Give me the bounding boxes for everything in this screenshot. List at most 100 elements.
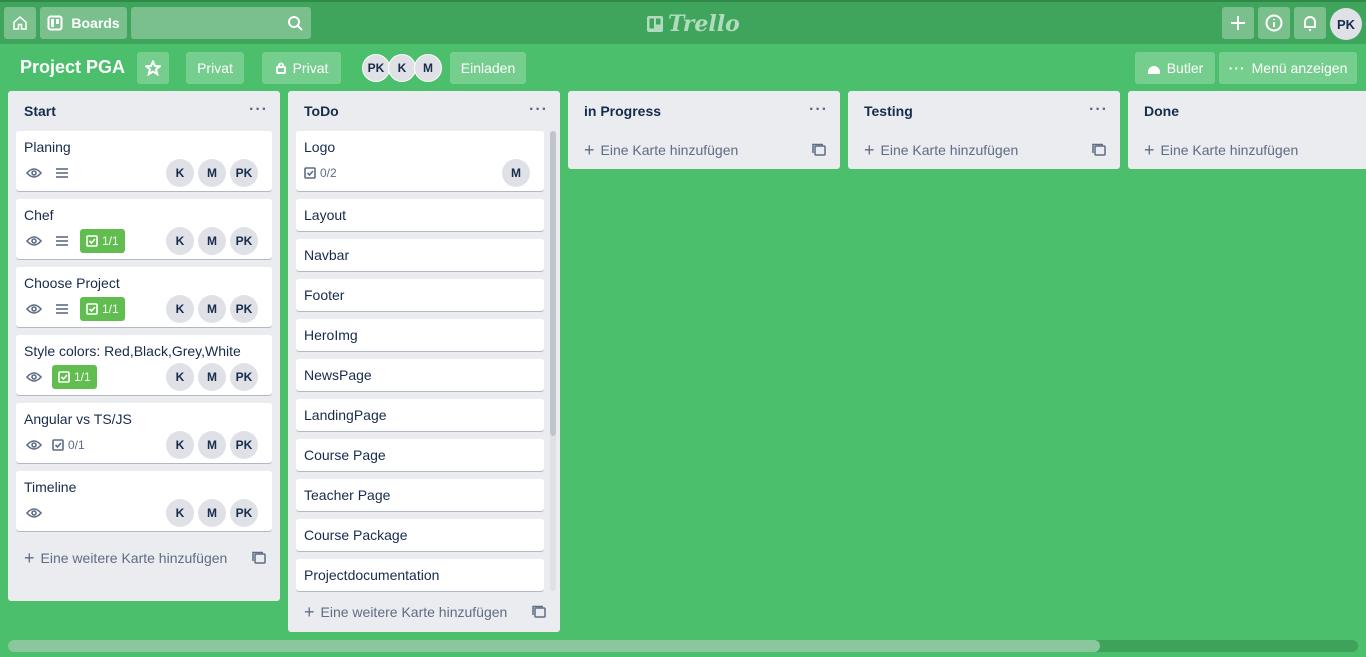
list-title[interactable]: Done: [1144, 103, 1179, 119]
plus-icon: +: [864, 140, 875, 160]
card[interactable]: Style colors: Red,Black,Grey,White 1/1 K…: [16, 335, 272, 395]
search-icon: [287, 15, 303, 36]
team-visibility-button[interactable]: Privat: [186, 52, 244, 84]
list-scrollbar-thumb[interactable]: [550, 131, 556, 436]
logo-text: Trello: [668, 11, 740, 37]
more-icon: ···: [1228, 60, 1246, 76]
list-title[interactable]: in Progress: [584, 103, 661, 119]
checklist-count: 1/1: [102, 302, 119, 316]
plus-icon: +: [1144, 140, 1155, 160]
card[interactable]: Layout: [296, 199, 544, 231]
butler-label: Butler: [1166, 60, 1204, 76]
board-scrollbar-thumb[interactable]: [8, 640, 1100, 652]
card[interactable]: Footer: [296, 279, 544, 311]
board-member-avatar[interactable]: K: [388, 54, 416, 82]
card-member-avatar[interactable]: PK: [230, 431, 258, 459]
search-input[interactable]: [131, 7, 311, 39]
board-horizontal-scrollbar[interactable]: [8, 640, 1358, 652]
list-menu-icon[interactable]: ···: [809, 101, 828, 119]
eye-icon: [24, 299, 44, 319]
card-template-icon[interactable]: [1092, 143, 1106, 160]
card[interactable]: Choose Project 1/1 K M PK: [16, 267, 272, 327]
card[interactable]: Navbar: [296, 239, 544, 271]
checkbox-icon: [52, 439, 64, 451]
board-title[interactable]: Project PGA: [20, 57, 125, 78]
list-menu-icon[interactable]: ···: [1089, 101, 1108, 119]
card-member-avatar[interactable]: K: [166, 499, 194, 527]
card[interactable]: Course Page: [296, 439, 544, 471]
trello-logo[interactable]: Trello: [646, 11, 740, 37]
star-button[interactable]: [137, 52, 169, 84]
list-header[interactable]: Testing ···: [848, 91, 1120, 131]
card-member-avatar[interactable]: PK: [230, 295, 258, 323]
card-member-avatar[interactable]: K: [166, 295, 194, 323]
card-member-avatar[interactable]: M: [198, 499, 226, 527]
add-card-label: Eine Karte hinzufügen: [1160, 142, 1299, 158]
card-template-icon[interactable]: [252, 551, 266, 568]
list-menu-icon[interactable]: ···: [529, 101, 548, 119]
card-member-avatar[interactable]: M: [198, 363, 226, 391]
add-card-button[interactable]: + Eine weitere Karte hinzufügen: [8, 539, 280, 577]
card-member-avatar[interactable]: PK: [230, 159, 258, 187]
card-member-avatar[interactable]: PK: [230, 363, 258, 391]
home-button[interactable]: [4, 7, 36, 39]
card[interactable]: Course Package: [296, 519, 544, 551]
invite-label: Einladen: [460, 60, 516, 76]
butler-button[interactable]: Butler: [1135, 52, 1215, 84]
card-template-icon[interactable]: [812, 143, 826, 160]
list-todo: ToDo ··· Logo 0/2 M Layout Navbar Footer…: [288, 91, 560, 632]
card[interactable]: NewsPage: [296, 359, 544, 391]
visibility-button[interactable]: Privat: [262, 52, 341, 84]
add-card-button[interactable]: + Eine Karte hinzufügen: [1128, 131, 1366, 169]
card[interactable]: Timeline K M PK: [16, 471, 272, 531]
card[interactable]: LandingPage: [296, 399, 544, 431]
card-member-avatar[interactable]: M: [502, 159, 530, 187]
card[interactable]: Planing K M PK: [16, 131, 272, 191]
add-card-button[interactable]: + Eine Karte hinzufügen: [568, 131, 840, 169]
list-header[interactable]: Start ···: [8, 91, 280, 131]
list-header[interactable]: in Progress ···: [568, 91, 840, 131]
card-member-avatar[interactable]: PK: [230, 227, 258, 255]
user-avatar[interactable]: PK: [1330, 8, 1362, 40]
card-member-avatar[interactable]: K: [166, 431, 194, 459]
card-member-avatar[interactable]: M: [198, 295, 226, 323]
show-menu-button[interactable]: ··· Menü anzeigen: [1219, 52, 1357, 84]
card[interactable]: HeroImg: [296, 319, 544, 351]
board-member-avatar[interactable]: PK: [362, 54, 390, 82]
invite-button[interactable]: Einladen: [450, 52, 526, 84]
card-title: Choose Project: [24, 275, 120, 291]
add-card-button[interactable]: + Eine weitere Karte hinzufügen: [288, 593, 560, 631]
card-member-avatar[interactable]: M: [198, 227, 226, 255]
card-title: Course Page: [304, 447, 386, 463]
card-member-avatar[interactable]: K: [166, 227, 194, 255]
add-card-button[interactable]: + Eine Karte hinzufügen: [848, 131, 1120, 169]
info-button[interactable]: [1258, 7, 1290, 39]
card-template-icon[interactable]: [532, 605, 546, 622]
card-member-avatar[interactable]: M: [198, 159, 226, 187]
card-title: Style colors: Red,Black,Grey,White: [24, 343, 241, 359]
card-member-avatar[interactable]: PK: [230, 499, 258, 527]
card[interactable]: Projectdocumentation: [296, 559, 544, 591]
list-header[interactable]: Done: [1128, 91, 1366, 131]
plus-icon: +: [24, 548, 35, 568]
board-member-avatar[interactable]: M: [414, 54, 442, 82]
card[interactable]: Teacher Page: [296, 479, 544, 511]
checklist-badge: 0/1: [52, 438, 85, 452]
list-header[interactable]: ToDo ···: [288, 91, 560, 131]
list-title[interactable]: Start: [24, 103, 56, 119]
card-member-avatar[interactable]: K: [166, 363, 194, 391]
checkbox-icon: [304, 167, 316, 179]
list-scrollbar[interactable]: [550, 131, 556, 591]
card[interactable]: Chef 1/1 K M PK: [16, 199, 272, 259]
home-icon: [13, 16, 27, 30]
list-title[interactable]: Testing: [864, 103, 913, 119]
card-member-avatar[interactable]: M: [198, 431, 226, 459]
list-menu-icon[interactable]: ···: [249, 101, 268, 119]
notifications-button[interactable]: [1294, 7, 1326, 39]
list-title[interactable]: ToDo: [304, 103, 339, 119]
card[interactable]: Logo 0/2 M: [296, 131, 544, 191]
create-button[interactable]: [1222, 7, 1254, 39]
card-member-avatar[interactable]: K: [166, 159, 194, 187]
boards-button[interactable]: Boards: [40, 7, 127, 39]
card[interactable]: Angular vs TS/JS 0/1 K M PK: [16, 403, 272, 463]
